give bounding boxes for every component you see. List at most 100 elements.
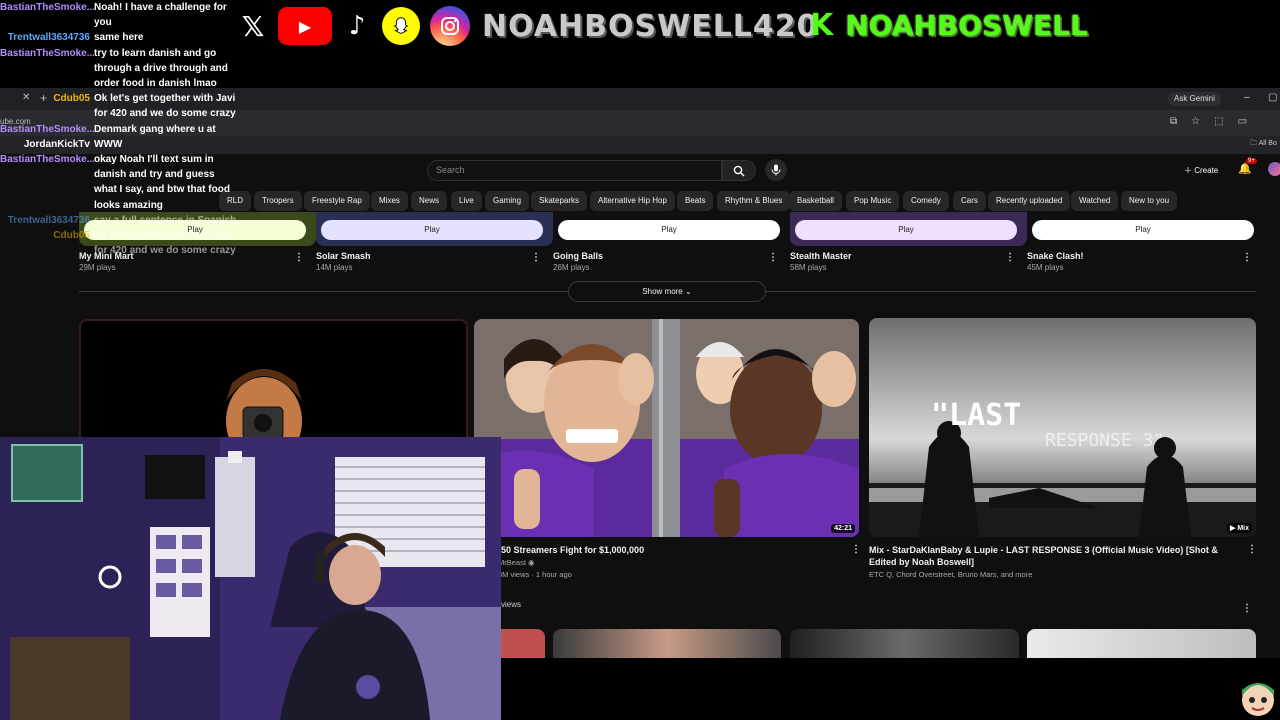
chat-username: Trentwall3634736 — [7, 32, 90, 44]
bookmark-star-icon[interactable]: ☆ — [1191, 116, 1200, 127]
chat-text: try to learn danish and go through a dri… — [94, 47, 228, 90]
youtube-icon: ▶ — [278, 7, 332, 45]
chip-8[interactable]: Alternative Hip Hop — [590, 191, 675, 211]
game-menu-icon[interactable]: ⋮ — [1242, 252, 1252, 263]
voice-search-button[interactable] — [765, 159, 787, 181]
game-art: Play — [553, 212, 790, 246]
game-plays: 58M plays — [790, 263, 827, 272]
social-icons: 𝕏 ▶ ♪ NOAHBOSWELL420 — [238, 4, 819, 48]
game-menu-icon[interactable]: ⋮ — [1005, 252, 1015, 263]
chat-username: Cdub05 — [53, 230, 90, 242]
show-more-button[interactable]: Show more ⌄ — [568, 281, 766, 302]
extensions-icon[interactable]: ⬚ — [1214, 116, 1223, 127]
chip-17[interactable]: New to you — [1121, 191, 1178, 211]
game-plays: 26M plays — [553, 263, 590, 272]
chip-2[interactable]: Freestyle Rap — [304, 191, 370, 211]
video-menu-icon-2[interactable]: ⋮ — [851, 544, 861, 555]
video-thumbnail-6[interactable] — [790, 629, 1019, 658]
streamer-webcam — [0, 437, 501, 720]
chat-username: JordanKickTv — [23, 138, 90, 150]
chip-15[interactable]: Recently uploaded — [988, 191, 1071, 211]
play-button[interactable]: Play — [321, 220, 543, 240]
all-bookmarks-folder[interactable]: 🗀 All Bo — [1250, 139, 1277, 150]
video-thumbnail-2[interactable]: 42:21 — [474, 319, 859, 537]
game-title[interactable]: Stealth Master — [790, 251, 852, 261]
mix-badge: ▶ Mix — [1227, 523, 1252, 533]
game-menu-icon[interactable]: ⋮ — [531, 252, 541, 263]
play-button[interactable]: Play — [558, 220, 780, 240]
chat-text: WWW — [94, 138, 123, 150]
chip-5[interactable]: Live — [451, 191, 482, 211]
game-plays: 14M plays — [316, 263, 353, 272]
chat-text: okay Noah I'll text sum in danish and tr… — [94, 154, 230, 211]
chip-3[interactable]: Mixes — [371, 191, 408, 211]
chat-message: BastianTheSmoke... try to learn danish an… — [0, 46, 240, 92]
chip-13[interactable]: Comedy — [903, 191, 949, 211]
minimize-icon[interactable]: – — [1244, 92, 1250, 103]
chat-overlay: BastianTheSmoke... Noah! I have a challen… — [0, 0, 240, 256]
emote-sticker — [1236, 676, 1280, 720]
chip-7[interactable]: Skateparks — [531, 191, 588, 211]
maximize-icon[interactable]: ▢ — [1268, 92, 1277, 103]
ask-gemini-button[interactable]: Ask Gemini — [1168, 92, 1221, 106]
chip-4[interactable]: News — [411, 191, 448, 211]
game-art: Play — [316, 212, 553, 246]
chat-message: Cdub05 Ok let's get together with Javi fo… — [0, 228, 240, 258]
partial-video-meta: views — [501, 600, 522, 609]
video-thumbnail-5[interactable] — [553, 629, 781, 658]
chat-message: BastianTheSmoke... Denmark gang where u a… — [0, 122, 240, 137]
chat-text: Ok let's get together with Javi for 420 … — [94, 93, 236, 120]
chip-1[interactable]: Troopers — [254, 191, 302, 211]
video-channel-2[interactable]: MrBeast ◉ — [498, 558, 535, 567]
chat-message: BastianTheSmoke... okay Noah I'll text su… — [0, 152, 240, 213]
chip-10[interactable]: Rhythm & Blues — [717, 191, 791, 211]
chat-username: BastianTheSmoke... — [0, 154, 94, 166]
game-card[interactable]: Play Solar Smash 14M plays ⋮ — [316, 212, 553, 274]
chip-14[interactable]: Cars — [953, 191, 986, 211]
notification-count-badge: 9+ — [1246, 158, 1257, 164]
create-button[interactable]: ＋ Create — [1176, 161, 1226, 181]
thumbnail-caption-2: RESPONSE 3" — [1045, 430, 1165, 451]
chip-9[interactable]: Beats — [677, 191, 714, 211]
game-title[interactable]: Snake Clash! — [1027, 251, 1084, 261]
chat-text: say a full sentence in Spanish — [94, 214, 237, 226]
chat-message: Trentwall3634736 say a full sentence in S… — [0, 213, 240, 228]
video-thumbnail-3[interactable]: "LAST RESPONSE 3" ▶ Mix — [869, 318, 1256, 537]
play-button[interactable]: Play — [1032, 220, 1254, 240]
game-art: Play — [1027, 212, 1264, 246]
game-title[interactable]: Going Balls — [553, 251, 603, 261]
video-menu-icon-3[interactable]: ⋮ — [1247, 544, 1257, 555]
chat-message: BastianTheSmoke... Noah! I have a challen… — [0, 0, 240, 30]
game-menu-icon[interactable]: ⋮ — [768, 252, 778, 263]
plus-icon: ＋ — [1184, 166, 1192, 175]
chat-username: Trentwall3634736 — [7, 214, 90, 226]
search-input[interactable]: Search — [427, 160, 722, 181]
chip-11[interactable]: Basketball — [789, 191, 842, 211]
search-button[interactable] — [722, 160, 756, 181]
game-card[interactable]: Play Snake Clash! 45M plays ⋮ — [1027, 212, 1264, 274]
video-thumbnail-4[interactable] — [501, 629, 545, 658]
chip-6[interactable]: Gaming — [485, 191, 530, 211]
chip-16[interactable]: Watched — [1071, 191, 1119, 211]
chat-text: Denmark gang where u at — [94, 123, 216, 135]
video-thumbnail-7[interactable] — [1027, 629, 1256, 658]
stream-bottom-bar — [501, 658, 1280, 720]
chat-text: Noah! I have a challenge for you — [94, 2, 227, 29]
kick-logo-icon: K — [810, 8, 834, 43]
video-title-2[interactable]: 50 Streamers Fight for $1,000,000 — [501, 544, 841, 556]
cast-icon[interactable]: ⧉ — [1170, 116, 1177, 127]
chat-username: Cdub05 — [53, 93, 90, 105]
split-view-icon[interactable]: ▭ — [1238, 116, 1247, 127]
verified-icon: ◉ — [528, 558, 535, 567]
chip-12[interactable]: Pop Music — [846, 191, 900, 211]
chat-username: BastianTheSmoke... — [0, 47, 94, 59]
chat-message: JordanKickTv WWW — [0, 137, 240, 152]
video-menu-icon-4[interactable]: ⋮ — [1242, 603, 1252, 614]
game-card[interactable]: Play Going Balls 26M plays ⋮ — [553, 212, 790, 274]
play-button[interactable]: Play — [795, 220, 1017, 240]
video-title-3[interactable]: Mix - StarDaKlanBaby & Lupie - LAST RESP… — [869, 544, 1235, 568]
game-title[interactable]: Solar Smash — [316, 251, 371, 261]
account-avatar[interactable] — [1268, 162, 1280, 176]
game-menu-icon[interactable]: ⋮ — [294, 252, 304, 263]
game-card[interactable]: Play Stealth Master 58M plays ⋮ — [790, 212, 1027, 274]
